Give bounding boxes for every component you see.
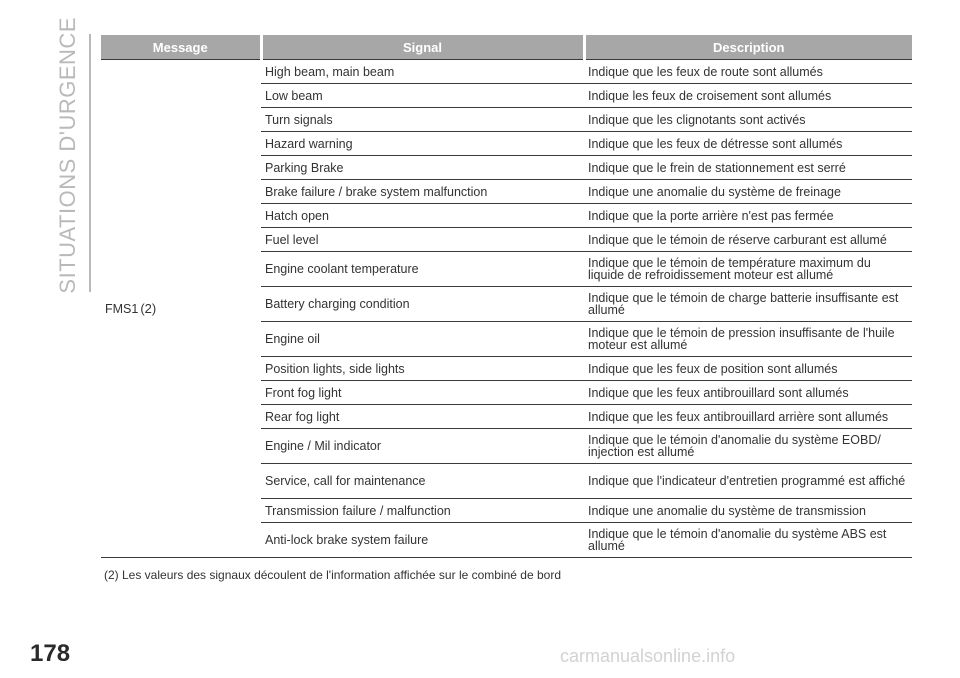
watermark: carmanualsonline.info — [560, 646, 736, 666]
signal-cell: Hatch open — [261, 203, 584, 228]
description-cell: Indique que le témoin de charge batterie… — [584, 286, 912, 322]
header-description: Description — [584, 35, 912, 60]
description-cell: Indique que l'indicateur d'entretien pro… — [584, 463, 912, 499]
signal-cell: Brake failure / brake system malfunction — [261, 179, 584, 204]
signal-cell: Service, call for maintenance — [261, 463, 584, 499]
signal-cell: Hazard warning — [261, 131, 584, 156]
description-cell: Indique que les feux antibrouillard sont… — [584, 380, 912, 405]
table-row: FMS1 (2) High beam, main beam Indique que l… — [101, 59, 912, 558]
signal-cell: Engine / Mil indicator — [261, 428, 584, 464]
description-cell: Indique une anomalie du système de frein… — [584, 179, 912, 204]
page-number: 178 — [30, 640, 71, 667]
description-cell: Indique que les feux de détresse sont al… — [584, 131, 912, 156]
signal-cell: Rear fog light — [261, 404, 584, 429]
description-cell: Indique une anomalie du système de trans… — [584, 498, 912, 523]
table-body: FMS1 (2) High beam, main beam Indique que l… — [101, 59, 912, 558]
description-cell: Indique que les clignotants sont activés — [584, 107, 912, 132]
description-cell: Indique que la porte arrière n'est pas f… — [584, 203, 912, 228]
signal-cell: Anti-lock brake system failure — [261, 522, 584, 558]
description-cell: Indique que les feux de position sont al… — [584, 356, 912, 381]
signal-cell: Battery charging condition — [261, 286, 584, 322]
signal-cell: Fuel level — [261, 227, 584, 252]
footnote: (2) Les valeurs des signaux découlent de… — [104, 568, 562, 582]
signal-cell: Transmission failure / malfunction — [261, 498, 584, 523]
description-cell: Indique que les feux antibrouillard arri… — [584, 404, 912, 429]
signal-cell: Engine oil — [261, 321, 584, 357]
table-header: Message Signal Description — [101, 35, 912, 60]
section-title-text: SITUATIONS D'URGENCE — [55, 17, 80, 294]
message-label: FMS1 — [105, 301, 139, 316]
header-signal: Signal — [261, 35, 586, 60]
signal-cell: Turn signals — [261, 107, 584, 132]
description-cell: Indique que le témoin d'anomalie du syst… — [584, 522, 912, 558]
message-footnote-ref: (2) — [140, 300, 157, 316]
signals-table: Message Signal Description FMS1 (2) High b… — [101, 35, 912, 558]
signal-cell: Low beam — [261, 83, 584, 108]
description-cell: Indique que le frein de stationnement es… — [584, 155, 912, 180]
signal-cell: Engine coolant temperature — [261, 251, 584, 287]
signal-cell: Front fog light — [261, 380, 584, 405]
section-rule — [89, 34, 91, 292]
description-cell: Indique que le témoin d'anomalie du syst… — [584, 428, 912, 464]
signal-cell: Position lights, side lights — [261, 356, 584, 381]
description-cell: Indique que le témoin de réserve carbura… — [584, 227, 912, 252]
description-cell: Indique les feux de croisement sont allu… — [584, 83, 912, 108]
description-cell: Indique que le témoin de pression insuff… — [584, 321, 912, 357]
description-cell: Indique que le témoin de température max… — [584, 251, 912, 287]
header-message: Message — [101, 35, 263, 60]
signal-cell: High beam, main beam — [261, 59, 584, 84]
signal-cell: Parking Brake — [261, 155, 584, 180]
message-cell: FMS1 (2) — [101, 59, 261, 558]
description-cell: Indique que les feux de route sont allum… — [584, 59, 912, 84]
section-title: SITUATIONS D'URGENCE — [52, 17, 84, 294]
